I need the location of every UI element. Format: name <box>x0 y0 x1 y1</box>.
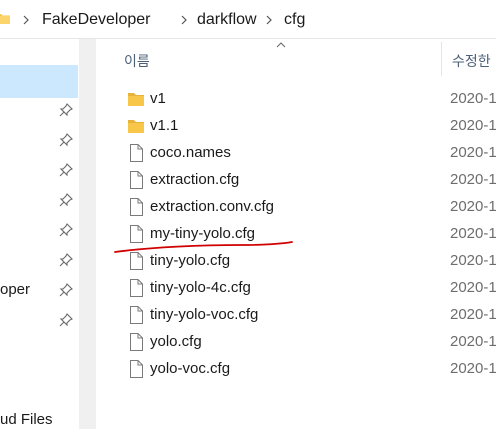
nav-item-label[interactable]: oper <box>0 281 30 299</box>
file-date: 2020-1 <box>450 225 496 242</box>
file-date: 2020-1 <box>450 333 496 350</box>
breadcrumb-item[interactable]: darkflow <box>197 10 257 30</box>
chevron-right-icon <box>266 15 272 25</box>
breadcrumb-item[interactable]: FakeDeveloper <box>42 10 151 30</box>
pin-icon[interactable] <box>59 223 73 237</box>
file-row[interactable]: coco.names 2020-1 <box>97 139 496 166</box>
file-icon <box>130 171 143 189</box>
file-name: v1.1 <box>150 117 179 134</box>
pin-icon[interactable] <box>59 313 73 327</box>
chevron-right-icon <box>23 15 29 25</box>
file-name: tiny-yolo-4c.cfg <box>150 279 251 296</box>
sort-up-icon <box>276 42 286 48</box>
pin-icon[interactable] <box>59 103 73 117</box>
file-row[interactable]: extraction.cfg 2020-1 <box>97 166 496 193</box>
address-bar[interactable]: FakeDeveloper darkflow cfg <box>0 0 496 39</box>
navigation-pane: oper ud Files <box>0 39 80 429</box>
file-name: yolo-voc.cfg <box>150 360 231 377</box>
file-row[interactable]: tiny-yolo-4c.cfg 2020-1 <box>97 274 496 301</box>
file-name: extraction.conv.cfg <box>150 198 274 215</box>
navigation-scrollbar[interactable] <box>79 39 96 429</box>
file-date: 2020-1 <box>450 360 496 377</box>
column-header-name[interactable]: 이름 <box>124 52 150 70</box>
file-name: v1 <box>150 90 166 107</box>
annotation-underline <box>114 241 293 253</box>
file-row[interactable]: tiny-yolo-voc.cfg 2020-1 <box>97 301 496 328</box>
file-row[interactable]: v1 2020-1 <box>97 85 496 112</box>
pin-icon[interactable] <box>59 193 73 207</box>
file-date: 2020-1 <box>450 171 496 188</box>
file-explorer-window: FakeDeveloper darkflow cfg oper ud Files… <box>0 0 496 429</box>
file-row[interactable]: yolo.cfg 2020-1 <box>97 328 496 355</box>
file-icon <box>130 360 143 378</box>
file-icon <box>130 306 143 324</box>
file-date: 2020-1 <box>450 279 496 296</box>
file-date: 2020-1 <box>450 252 496 269</box>
breadcrumb-item-current[interactable]: cfg <box>284 10 305 30</box>
file-icon <box>130 144 143 162</box>
file-date: 2020-1 <box>450 306 496 323</box>
file-row[interactable]: yolo-voc.cfg 2020-1 <box>97 355 496 382</box>
pin-icon[interactable] <box>59 133 73 147</box>
pin-icon[interactable] <box>59 163 73 177</box>
file-icon <box>130 333 143 351</box>
folder-icon <box>128 120 144 133</box>
folder-icon <box>0 14 10 24</box>
file-row[interactable]: v1.1 2020-1 <box>97 112 496 139</box>
file-date: 2020-1 <box>450 117 496 134</box>
file-icon <box>130 279 143 297</box>
column-header-date[interactable]: 수정한 <box>452 52 491 70</box>
pin-icon[interactable] <box>59 283 73 297</box>
file-icon <box>130 198 143 216</box>
file-date: 2020-1 <box>450 90 496 107</box>
pin-icon[interactable] <box>59 253 73 267</box>
chevron-right-icon <box>181 15 187 25</box>
nav-item-label[interactable]: ud Files <box>0 411 53 429</box>
file-name: extraction.cfg <box>150 171 240 188</box>
column-divider[interactable] <box>441 42 442 76</box>
file-date: 2020-1 <box>450 198 496 215</box>
file-date: 2020-1 <box>450 144 496 161</box>
folder-icon <box>128 93 144 106</box>
file-row[interactable]: extraction.conv.cfg 2020-1 <box>97 193 496 220</box>
file-name: yolo.cfg <box>150 333 202 350</box>
file-name: coco.names <box>150 144 231 161</box>
file-name: tiny-yolo-voc.cfg <box>150 306 259 323</box>
nav-item-selected[interactable] <box>0 65 78 98</box>
